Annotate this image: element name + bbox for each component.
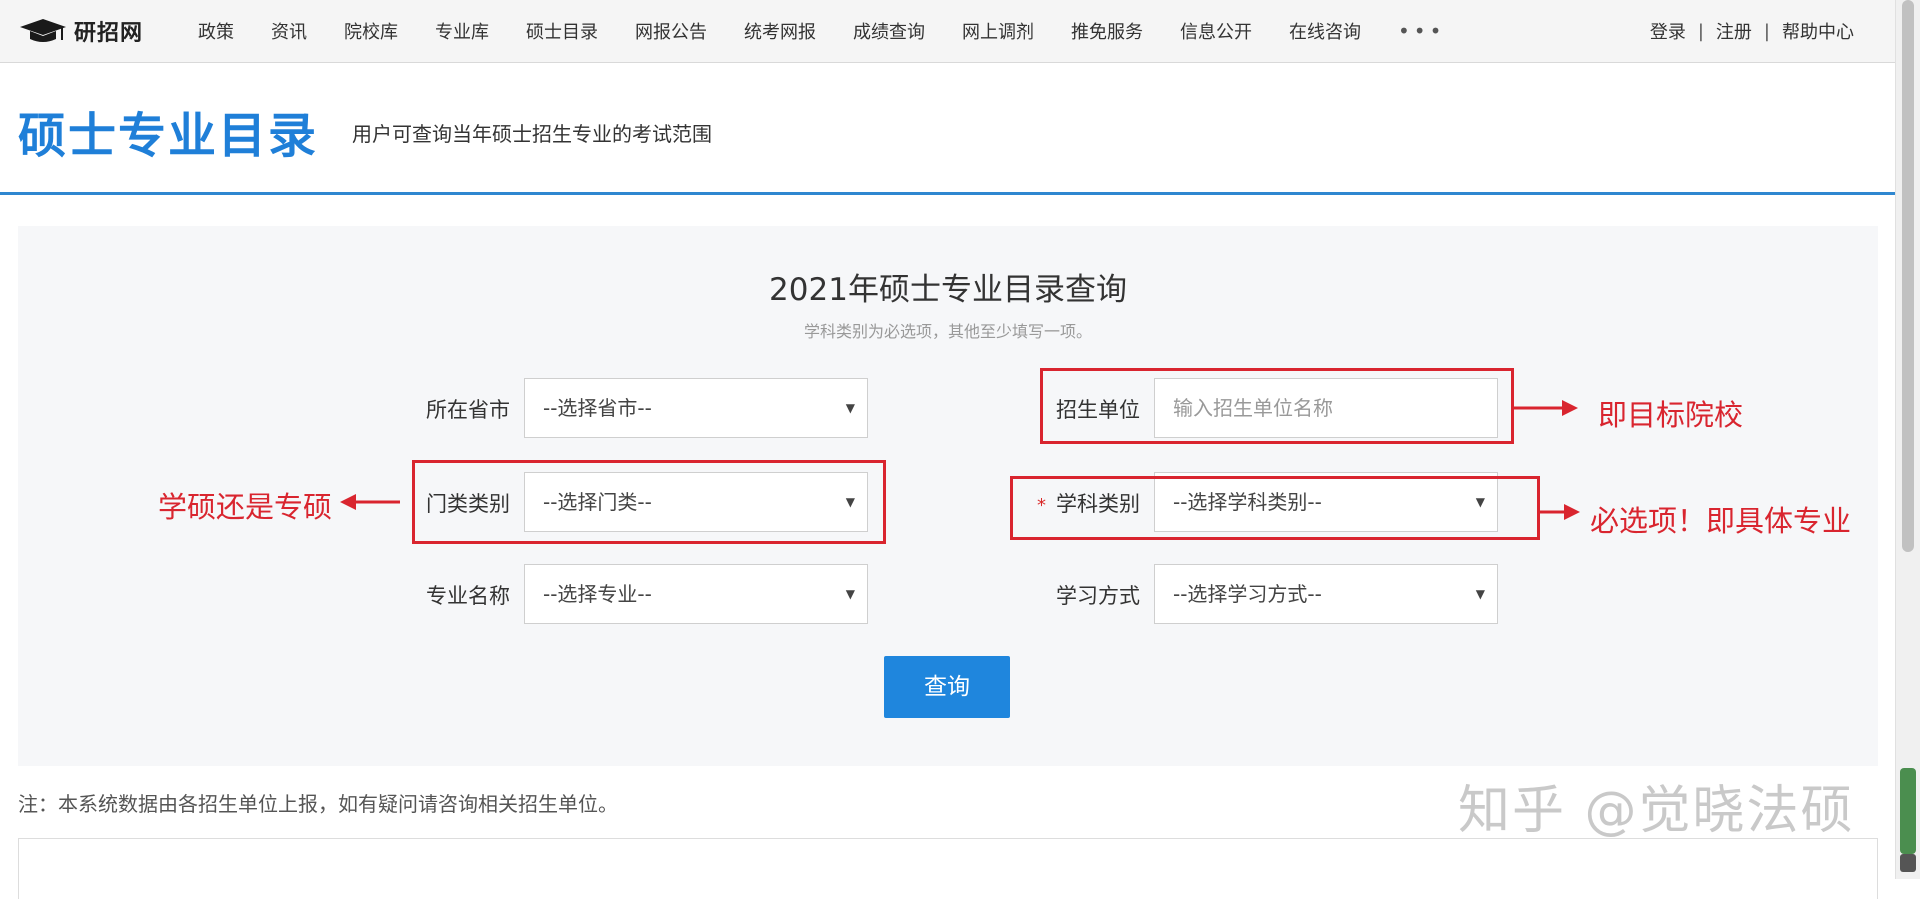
main-nav: 政策 资讯 院校库 专业库 硕士目录 网报公告 统考网报 成绩查询 网上调剂 推… — [198, 0, 1445, 62]
page-subtitle: 用户可查询当年硕士招生专业的考试范围 — [352, 122, 712, 146]
footer-note: 注：本系统数据由各招生单位上报，如有疑问请咨询相关招生单位。 — [18, 792, 618, 816]
help-center-link[interactable]: 帮助中心 — [1782, 18, 1854, 44]
dropdown-arrow-icon: ▼ — [845, 401, 855, 415]
graduation-cap-icon — [20, 19, 66, 42]
dropdown-arrow-icon: ▼ — [845, 587, 855, 601]
nav-item-master-catalog[interactable]: 硕士目录 — [526, 18, 598, 44]
page-header: 硕士专业目录 用户可查询当年硕士招生专业的考试范围 — [0, 62, 1896, 195]
vertical-scrollbar[interactable] — [1895, 0, 1920, 879]
query-button[interactable]: 查询 — [884, 656, 1010, 718]
nav-item-policy[interactable]: 政策 — [198, 18, 234, 44]
study-mode-label: 学习方式 — [1056, 584, 1140, 608]
nav-item-recommendation[interactable]: 推免服务 — [1071, 18, 1143, 44]
annotation-box-category — [412, 460, 886, 544]
query-hint: 学科类别为必选项，其他至少填写一项。 — [803, 322, 1092, 341]
separator: | — [1697, 20, 1704, 42]
province-label: 所在省市 — [426, 398, 510, 422]
nav-item-announcements[interactable]: 网报公告 — [635, 18, 707, 44]
nav-item-online-registration[interactable]: 统考网报 — [744, 18, 816, 44]
nav-item-majors[interactable]: 专业库 — [435, 18, 489, 44]
top-navigation-bar: 研招网 政策 资讯 院校库 专业库 硕士目录 网报公告 统考网报 成绩查询 网上… — [0, 0, 1896, 63]
more-menu-icon[interactable]: ••• — [1398, 19, 1445, 43]
annotation-arrow-right-icon — [1540, 504, 1580, 520]
annotation-box-unit — [1040, 368, 1514, 444]
study-mode-select-value: --选择学习方式-- — [1173, 582, 1322, 606]
login-link[interactable]: 登录 — [1650, 18, 1686, 44]
site-logo[interactable]: 研招网 — [18, 14, 143, 48]
annotation-discipline: 必选项！即具体专业 — [1590, 504, 1852, 538]
side-widget-icon[interactable] — [1900, 768, 1916, 854]
nav-item-news[interactable]: 资讯 — [271, 18, 307, 44]
watermark: 知乎 @觉晓法硕 — [1458, 781, 1855, 841]
nav-item-scores[interactable]: 成绩查询 — [853, 18, 925, 44]
annotation-category: 学硕还是专硕 — [158, 490, 333, 524]
side-widget-handle-icon[interactable] — [1900, 854, 1916, 872]
annotation-unit: 即目标院校 — [1598, 398, 1744, 432]
results-table — [18, 838, 1878, 899]
major-select-value: --选择专业-- — [543, 582, 652, 606]
separator: | — [1763, 20, 1770, 42]
annotation-arrow-left-icon — [340, 494, 400, 510]
annotation-box-discipline — [1010, 476, 1540, 540]
query-title: 2021年硕士专业目录查询 — [769, 272, 1127, 308]
province-select-value: --选择省市-- — [543, 396, 652, 420]
nav-item-disclosure[interactable]: 信息公开 — [1180, 18, 1252, 44]
dropdown-arrow-icon: ▼ — [1475, 587, 1485, 601]
nav-item-schools[interactable]: 院校库 — [344, 18, 398, 44]
annotation-arrow-right-icon — [1514, 400, 1578, 416]
scrollbar-thumb[interactable] — [1902, 0, 1914, 552]
register-link[interactable]: 注册 — [1716, 18, 1752, 44]
page-title: 硕士专业目录 — [18, 108, 319, 164]
nav-item-consult[interactable]: 在线咨询 — [1289, 18, 1361, 44]
major-label: 专业名称 — [426, 584, 510, 608]
logo-text: 研招网 — [74, 20, 144, 46]
nav-item-adjustment[interactable]: 网上调剂 — [962, 18, 1034, 44]
study-mode-select[interactable]: --选择学习方式-- ▼ — [1154, 564, 1498, 624]
major-select[interactable]: --选择专业-- ▼ — [524, 564, 868, 624]
user-links: 登录 | 注册 | 帮助中心 — [1650, 0, 1854, 62]
province-select[interactable]: --选择省市-- ▼ — [524, 378, 868, 438]
